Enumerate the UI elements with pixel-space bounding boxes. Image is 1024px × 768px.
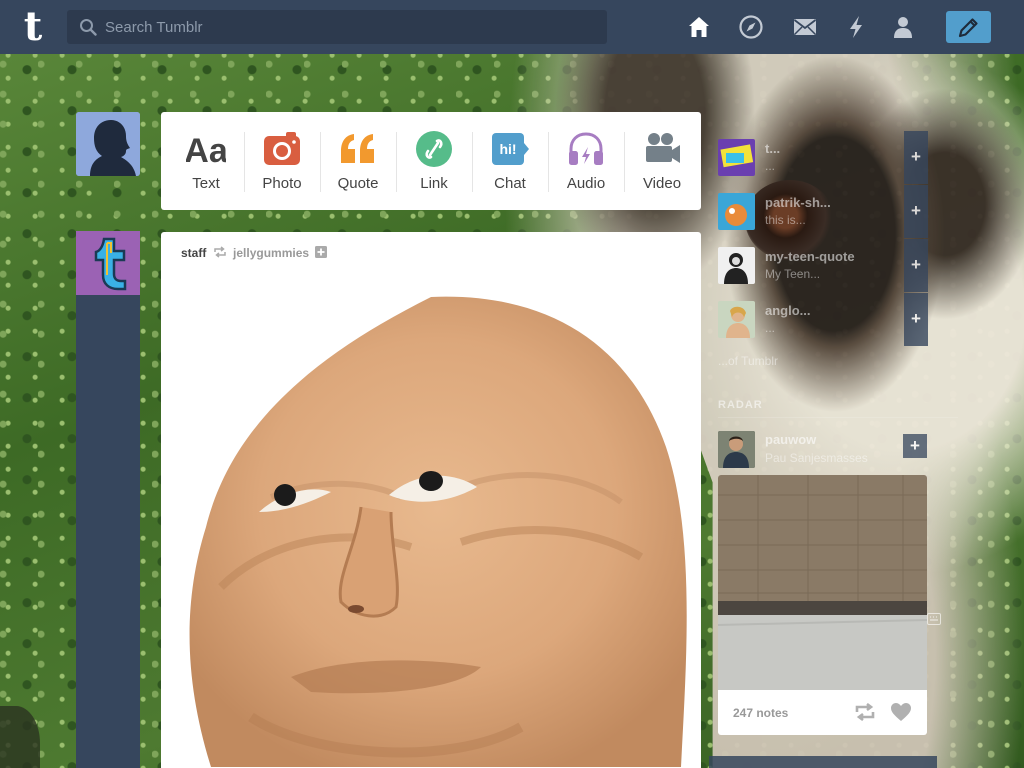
follow-button[interactable]: + bbox=[904, 239, 928, 292]
radar-blog-title: Pau Sanjesmasses bbox=[765, 451, 868, 465]
post-type-label: Audio bbox=[566, 175, 606, 192]
home-icon[interactable] bbox=[686, 14, 712, 40]
recommended-blog-item[interactable]: my-teen-quote My Teen... + bbox=[718, 239, 928, 293]
keyboard-shortcuts-icon[interactable] bbox=[927, 613, 941, 625]
quote-icon bbox=[341, 134, 374, 163]
recommended-blog-item[interactable]: patrik-sh... this is... + bbox=[718, 185, 928, 239]
post-type-label: Photo bbox=[262, 175, 302, 192]
post-type-quote[interactable]: Quote bbox=[320, 112, 396, 210]
post-type-link[interactable]: Link bbox=[396, 112, 472, 210]
post-header: staff jellygummies bbox=[181, 246, 328, 262]
link-icon bbox=[416, 131, 452, 167]
radar-next-item bbox=[709, 756, 937, 768]
radar-blog-avatar[interactable] bbox=[718, 431, 755, 468]
recommended-blog-item[interactable]: t... ... + bbox=[718, 131, 928, 185]
svg-text:hi!: hi! bbox=[499, 141, 516, 157]
activity-icon[interactable] bbox=[843, 14, 869, 40]
recommended-blog-item[interactable]: anglo... ... + bbox=[718, 293, 928, 347]
blog-avatar bbox=[718, 193, 755, 230]
blog-avatar bbox=[718, 247, 755, 284]
inbox-icon[interactable] bbox=[792, 14, 818, 40]
user-avatar[interactable] bbox=[76, 112, 140, 176]
blog-avatar bbox=[718, 139, 755, 176]
post-type-chat[interactable]: hi! Chat bbox=[472, 112, 548, 210]
blog-title: My Teen... bbox=[765, 267, 821, 281]
video-camera-icon bbox=[646, 133, 680, 163]
heart-icon[interactable] bbox=[890, 702, 912, 722]
chat-icon: hi! bbox=[492, 133, 529, 165]
svg-text:Aa: Aa bbox=[186, 132, 226, 169]
post-type-video[interactable]: Video bbox=[624, 112, 700, 210]
reblog-icon[interactable] bbox=[854, 703, 876, 721]
divider bbox=[718, 417, 958, 418]
search-bar[interactable] bbox=[67, 10, 607, 44]
staff-tumblr-logo-avatar bbox=[76, 231, 140, 295]
silhouette-avatar-image bbox=[76, 112, 140, 176]
follow-button[interactable]: + bbox=[904, 293, 928, 346]
blog-name: patrik-sh... bbox=[765, 195, 831, 210]
text-icon: Aa bbox=[186, 132, 226, 169]
staff-avatar[interactable] bbox=[76, 231, 140, 295]
search-icon bbox=[80, 19, 97, 36]
blog-name: my-teen-quote bbox=[765, 249, 855, 264]
tumblr-logo[interactable]: t bbox=[14, 6, 52, 48]
follow-button[interactable]: + bbox=[904, 185, 928, 238]
post-photo-mask-face[interactable] bbox=[161, 287, 701, 768]
post-type-label: Text bbox=[192, 175, 220, 192]
post-type-label: Chat bbox=[494, 175, 526, 192]
blog-name: t... bbox=[765, 141, 781, 156]
blog-title: ... bbox=[765, 159, 776, 173]
radar-post-photo[interactable] bbox=[718, 475, 927, 690]
blog-title: ... bbox=[765, 321, 776, 335]
radar-post-card: 247 notes bbox=[718, 475, 927, 735]
account-icon[interactable] bbox=[890, 14, 916, 40]
compose-button[interactable] bbox=[946, 11, 991, 43]
explore-link[interactable]: ...of Tumblr bbox=[718, 354, 778, 368]
post-type-audio[interactable]: Audio bbox=[548, 112, 624, 210]
reblogged-from-link[interactable]: jellygummies bbox=[233, 246, 309, 260]
radar-note-count[interactable]: 247 notes bbox=[733, 706, 788, 720]
radar-heading: RADAR bbox=[718, 399, 763, 411]
post-type-label: Quote bbox=[337, 175, 379, 192]
top-header: t bbox=[0, 0, 1024, 54]
radar-blog-name[interactable]: pauwow bbox=[765, 432, 816, 447]
post-author-link[interactable]: staff bbox=[181, 246, 206, 260]
reblog-icon bbox=[213, 246, 226, 258]
post-type-text[interactable]: Aa Text bbox=[168, 112, 244, 210]
post-avatar-column bbox=[76, 231, 140, 768]
post-type-label: Video bbox=[642, 175, 682, 192]
radar-follow-button[interactable]: + bbox=[903, 434, 927, 458]
blog-name: anglo... bbox=[765, 303, 811, 318]
explore-icon[interactable] bbox=[738, 14, 764, 40]
post-type-label: Link bbox=[420, 175, 448, 192]
blog-title: this is... bbox=[765, 213, 806, 227]
blog-avatar bbox=[718, 301, 755, 338]
dashboard-post: staff jellygummies bbox=[161, 232, 701, 768]
camera-icon bbox=[264, 132, 300, 165]
pencil-icon bbox=[958, 18, 978, 38]
follow-button[interactable]: + bbox=[904, 131, 928, 184]
headphones-icon bbox=[569, 132, 603, 165]
follow-plus-icon[interactable] bbox=[315, 246, 328, 258]
post-type-bar: Aa Text Photo Quote Link hi! Chat Audio … bbox=[161, 112, 701, 210]
post-type-photo[interactable]: Photo bbox=[244, 112, 320, 210]
search-input[interactable] bbox=[105, 10, 595, 44]
